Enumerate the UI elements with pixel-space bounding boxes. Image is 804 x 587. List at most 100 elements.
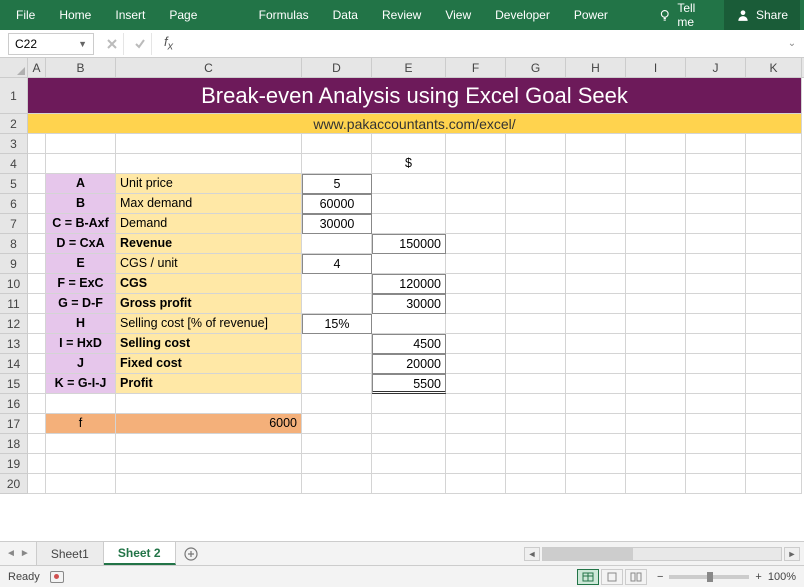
tab-data[interactable]: Data: [321, 0, 370, 30]
col-header[interactable]: J: [686, 58, 746, 77]
col-header[interactable]: F: [446, 58, 506, 77]
col-header[interactable]: B: [46, 58, 116, 77]
cell[interactable]: [686, 214, 746, 234]
cell[interactable]: [446, 174, 506, 194]
cell[interactable]: [302, 414, 372, 434]
cell[interactable]: [746, 154, 802, 174]
cell[interactable]: [626, 434, 686, 454]
cell[interactable]: [566, 214, 626, 234]
cell[interactable]: [372, 454, 446, 474]
cell[interactable]: [506, 414, 566, 434]
cell[interactable]: [506, 254, 566, 274]
cell[interactable]: [686, 274, 746, 294]
cell[interactable]: [116, 134, 302, 154]
macro-record-icon[interactable]: [50, 571, 64, 583]
cell[interactable]: [506, 194, 566, 214]
cell[interactable]: [506, 274, 566, 294]
row-header[interactable]: 6: [0, 194, 28, 214]
cell[interactable]: [302, 394, 372, 414]
cell[interactable]: 30000: [302, 214, 372, 234]
cell[interactable]: Profit: [116, 374, 302, 394]
cell[interactable]: I = HxD: [46, 334, 116, 354]
fx-icon[interactable]: fx: [164, 34, 173, 53]
cell[interactable]: [686, 394, 746, 414]
zoom-control[interactable]: − + 100%: [657, 571, 796, 583]
tab-insert[interactable]: Insert: [103, 0, 157, 30]
col-header[interactable]: C: [116, 58, 302, 77]
cell[interactable]: [506, 154, 566, 174]
sheet-tab[interactable]: Sheet1: [37, 542, 104, 565]
col-header[interactable]: K: [746, 58, 802, 77]
cell[interactable]: [506, 294, 566, 314]
cell[interactable]: Selling cost [% of revenue]: [116, 314, 302, 334]
cell[interactable]: Revenue: [116, 234, 302, 254]
cell[interactable]: [446, 474, 506, 494]
cell[interactable]: CGS / unit: [116, 254, 302, 274]
cell[interactable]: [626, 414, 686, 434]
cell[interactable]: [372, 194, 446, 214]
share-button[interactable]: Share: [724, 0, 800, 30]
col-header[interactable]: I: [626, 58, 686, 77]
cell[interactable]: [746, 294, 802, 314]
page-layout-view-button[interactable]: [601, 569, 623, 585]
cell[interactable]: [746, 214, 802, 234]
cell[interactable]: [566, 454, 626, 474]
cell[interactable]: [446, 154, 506, 174]
cell[interactable]: [302, 134, 372, 154]
col-header[interactable]: A: [28, 58, 46, 77]
cell[interactable]: [566, 374, 626, 394]
cell[interactable]: [506, 434, 566, 454]
title-cell[interactable]: Break-even Analysis using Excel Goal See…: [28, 78, 802, 114]
cell[interactable]: [372, 314, 446, 334]
cell[interactable]: [116, 434, 302, 454]
cell[interactable]: [46, 154, 116, 174]
cell[interactable]: [506, 474, 566, 494]
cell[interactable]: [28, 394, 46, 414]
sheet-nav[interactable]: ◄►: [0, 542, 37, 565]
row-header[interactable]: 12: [0, 314, 28, 334]
cell[interactable]: K = G-I-J: [46, 374, 116, 394]
cell[interactable]: [506, 314, 566, 334]
cell[interactable]: [626, 234, 686, 254]
row-header[interactable]: 4: [0, 154, 28, 174]
col-header[interactable]: G: [506, 58, 566, 77]
cell[interactable]: Max demand: [116, 194, 302, 214]
cell[interactable]: Unit price: [116, 174, 302, 194]
cell[interactable]: A: [46, 174, 116, 194]
cell[interactable]: [372, 434, 446, 454]
cell[interactable]: [46, 134, 116, 154]
cell[interactable]: [686, 294, 746, 314]
tab-file[interactable]: File: [4, 0, 47, 30]
row-header[interactable]: 11: [0, 294, 28, 314]
cell[interactable]: [46, 454, 116, 474]
cell[interactable]: [566, 254, 626, 274]
cancel-formula-button[interactable]: [100, 33, 124, 55]
cell[interactable]: [626, 314, 686, 334]
cell[interactable]: [506, 454, 566, 474]
cell[interactable]: [686, 434, 746, 454]
cell[interactable]: [686, 174, 746, 194]
cell[interactable]: [302, 474, 372, 494]
cell[interactable]: [686, 474, 746, 494]
cell[interactable]: G = D-F: [46, 294, 116, 314]
row-header[interactable]: 7: [0, 214, 28, 234]
tell-me[interactable]: Tell me: [648, 1, 724, 29]
cell[interactable]: [28, 294, 46, 314]
cell[interactable]: 60000: [302, 194, 372, 214]
cell[interactable]: [506, 394, 566, 414]
cell[interactable]: [626, 134, 686, 154]
cell[interactable]: [446, 314, 506, 334]
expand-formula-bar[interactable]: ⌄: [786, 38, 804, 49]
tab-review[interactable]: Review: [370, 0, 433, 30]
cell[interactable]: B: [46, 194, 116, 214]
cell[interactable]: CGS: [116, 274, 302, 294]
row-header[interactable]: 20: [0, 474, 28, 494]
cell[interactable]: [566, 174, 626, 194]
cell[interactable]: [372, 214, 446, 234]
cell[interactable]: [566, 194, 626, 214]
cell[interactable]: [626, 294, 686, 314]
cell[interactable]: [446, 274, 506, 294]
cell[interactable]: [446, 194, 506, 214]
row-header[interactable]: 18: [0, 434, 28, 454]
cell[interactable]: F = ExC: [46, 274, 116, 294]
